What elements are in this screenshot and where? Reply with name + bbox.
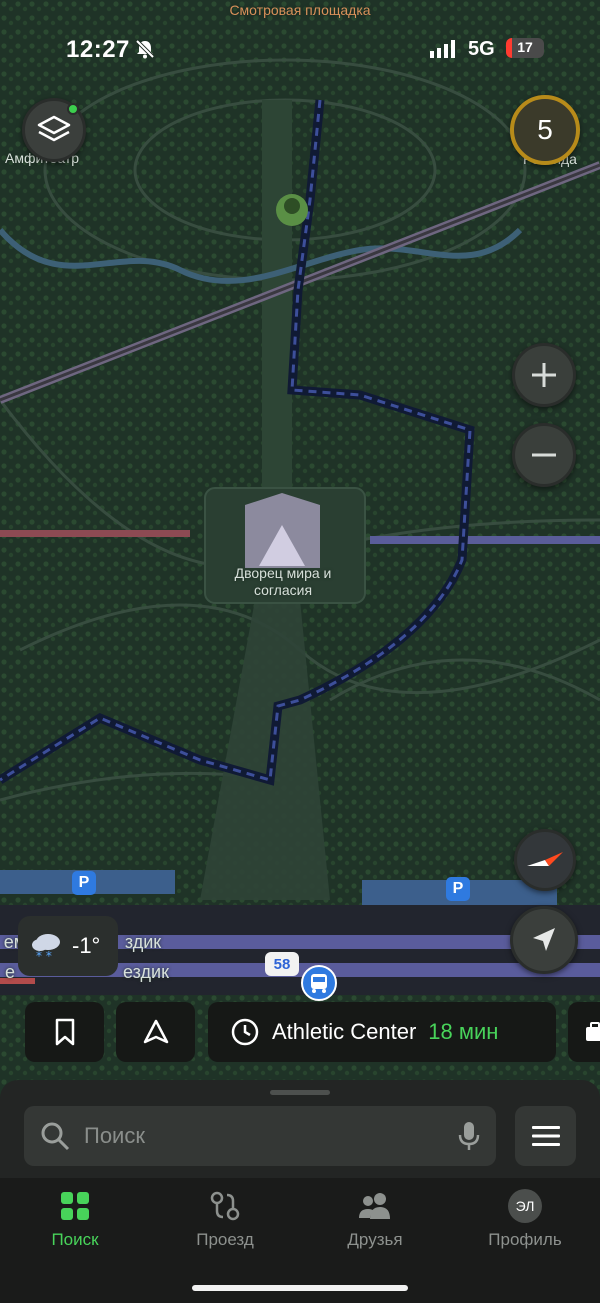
compass-button[interactable] [514,829,576,891]
location-arrow-icon [533,928,555,951]
tab-friends[interactable]: Друзья [300,1188,450,1258]
bookmarks-button[interactable] [25,1002,104,1062]
briefcase-icon [586,1022,600,1041]
clock-icon [231,1018,259,1046]
search-sheet[interactable]: Поиск [0,1080,600,1178]
route-eta: 18 мин [428,1019,499,1044]
layers-status-dot [67,103,79,115]
tab-label: Поиск [51,1230,99,1249]
friends-icon [359,1193,390,1219]
transit-icon [210,1191,240,1221]
bookmark-icon [55,1018,74,1046]
tab-label: Друзья [347,1230,403,1249]
layers-button[interactable] [22,98,86,162]
counter-button[interactable]: 5 [510,95,580,165]
route-suggestion-button[interactable]: Athletic Center 18 мин [208,1002,556,1062]
avatar: ЭЛ [508,1189,542,1223]
network-type: 5G [468,38,495,60]
navigator-icon [143,1019,168,1044]
bus-stop-icon[interactable] [300,964,338,1002]
search-icon [41,1122,70,1151]
search-input[interactable]: Поиск [24,1106,496,1166]
search-placeholder: Поиск [84,1123,145,1148]
tab-transit[interactable]: Проезд [150,1188,300,1258]
status-time: 12:27 [66,36,130,63]
parking-marker[interactable]: P [446,877,470,901]
layers-icon [37,115,71,142]
street-label-2b: ездик [123,962,169,982]
more-actions-button[interactable] [568,1002,600,1062]
label-palace-line1[interactable]: Дворец мира и [200,565,366,581]
zoom-out-button[interactable] [512,423,576,487]
weather-temperature: -1° [72,933,101,958]
battery-icon: 17 [506,38,544,58]
bell-muted-icon [134,38,156,65]
label-palace-line2[interactable]: согласия [200,582,366,598]
hamburger-icon [531,1126,560,1146]
svg-text:* *: * * [36,949,52,962]
battery-level: 17 [517,39,533,55]
home-indicator[interactable] [192,1285,408,1291]
route-destination: Athletic Center [272,1019,417,1044]
route-number-badge[interactable]: 58 [265,952,299,976]
navigator-button[interactable] [116,1002,195,1062]
tab-search[interactable]: Поиск [0,1188,150,1258]
compass-icon [527,852,563,866]
parking-marker[interactable]: P [72,871,96,895]
weather-widget[interactable]: * * -1° [18,916,118,976]
counter-value: 5 [537,114,553,145]
street-label-2: е [4,962,15,982]
status-bar: 12:27 5G 17 [0,0,600,90]
my-location-button[interactable] [510,906,578,974]
minus-icon [532,453,556,457]
grid-icon [61,1192,89,1220]
signal-icon [430,40,456,63]
plus-icon [532,363,556,387]
tab-label: Проезд [196,1230,254,1249]
zoom-in-button[interactable] [512,343,576,407]
menu-button[interactable] [515,1106,576,1166]
snow-cloud-icon: * * [32,934,60,962]
street-label-1b: здик [124,932,162,952]
sheet-handle[interactable] [270,1090,330,1095]
tab-profile[interactable]: ЭЛ Профиль [450,1188,600,1258]
tab-label: Профиль [488,1230,562,1249]
microphone-icon[interactable] [458,1121,480,1151]
